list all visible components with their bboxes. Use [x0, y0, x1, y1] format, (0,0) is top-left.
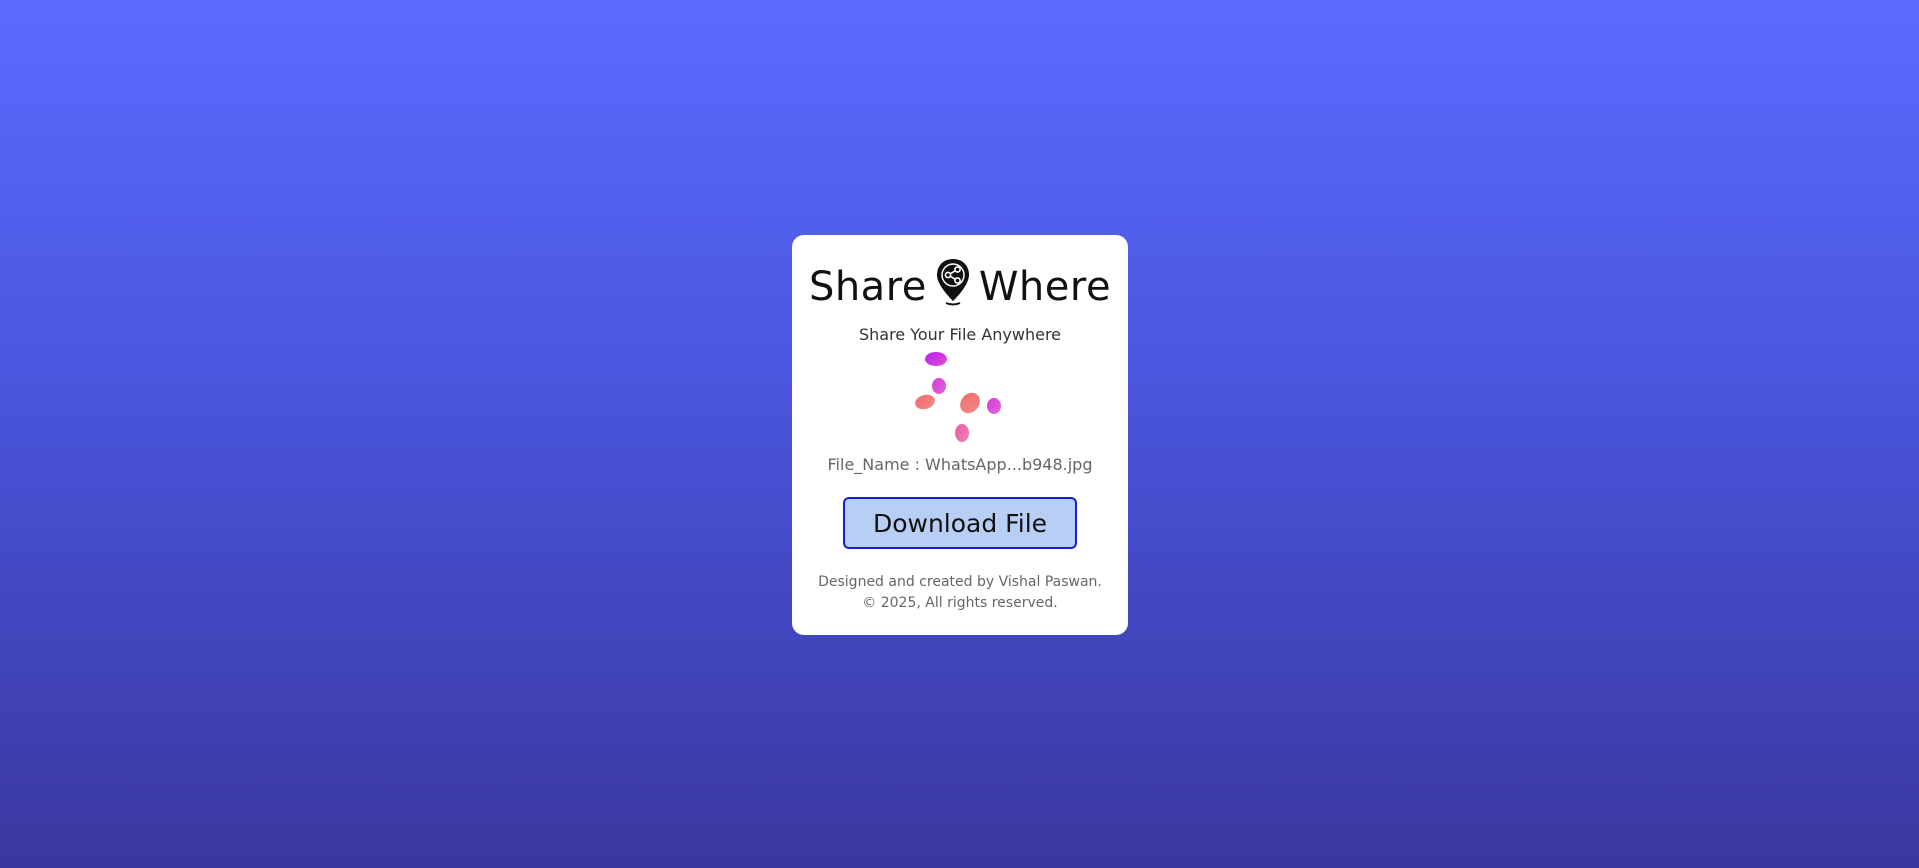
- app-title: Share Where: [792, 257, 1128, 317]
- file-name-label: File_Name : WhatsApp...b948.jpg: [827, 455, 1093, 474]
- footer: Designed and created by Vishal Paswan. ©…: [792, 572, 1128, 614]
- title-where: Where: [978, 264, 1112, 310]
- share-card: Share Where Share Your File Anywhere Fil…: [792, 235, 1128, 635]
- loading-blobs-icon: [915, 352, 1001, 442]
- page-subtitle: Share Your File Anywhere: [858, 325, 1062, 344]
- footer-copyright: © 2025, All rights reserved.: [862, 595, 1058, 611]
- title-share: Share: [808, 264, 927, 310]
- download-file-button[interactable]: Download File: [843, 497, 1077, 549]
- location-pin-share-icon: [936, 259, 969, 306]
- footer-credit: Designed and created by Vishal Paswan.: [818, 574, 1102, 590]
